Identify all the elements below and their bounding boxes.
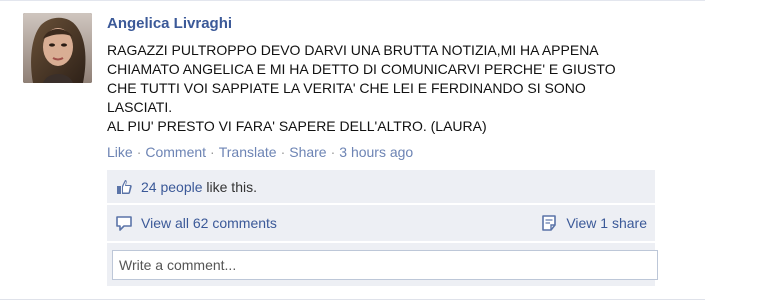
comment-input[interactable] [112, 250, 658, 280]
action-separator: · [210, 144, 215, 160]
thumbs-up-icon [115, 178, 133, 196]
action-separator: · [280, 144, 286, 160]
message-line: RAGAZZI PULTROPPO DEVO DARVI UNA BRUTTA … [107, 42, 599, 58]
comment-composer [107, 243, 658, 286]
post-actions: Like · Comment · Translate · Share · 3 hours ago [107, 144, 413, 160]
author-name[interactable]: Angelica Livraghi [107, 15, 232, 32]
comment-link[interactable]: Comment [145, 144, 206, 160]
share-link[interactable]: Share [289, 144, 326, 160]
like-link[interactable]: Like [107, 144, 133, 160]
top-divider [0, 0, 705, 1]
speech-bubble-icon [115, 214, 133, 232]
post-message: RAGAZZI PULTROPPO DEVO DARVI UNA BRUTTA … [107, 41, 687, 136]
timestamp-link[interactable]: 3 hours ago [339, 144, 413, 160]
message-line: CHE TUTTI VOI SAPPIATE LA VERITA' CHE LE… [107, 80, 586, 96]
bottom-divider [0, 299, 705, 300]
action-separator: · [136, 144, 142, 160]
avatar[interactable] [23, 13, 92, 83]
likes-suffix: like this. [206, 178, 257, 195]
likes-row: 24 people like this. [107, 170, 655, 203]
share-note-icon [540, 214, 558, 232]
comments-row: View all 62 comments View 1 share [107, 205, 655, 241]
message-line: LASCIATI. [107, 99, 173, 115]
message-line: CHIAMATO ANGELICA E MI HA DETTO DI COMUN… [107, 61, 616, 77]
view-all-comments-link[interactable]: View all 62 comments [141, 215, 277, 231]
profile-photo [23, 13, 92, 83]
translate-link[interactable]: Translate [219, 144, 277, 160]
message-line: AL PIU' PRESTO VI FARA' SAPERE DELL'ALTR… [107, 118, 487, 134]
action-separator: · [330, 144, 336, 160]
likes-count-link[interactable]: 24 people [141, 179, 203, 195]
view-share-link[interactable]: View 1 share [566, 215, 647, 231]
